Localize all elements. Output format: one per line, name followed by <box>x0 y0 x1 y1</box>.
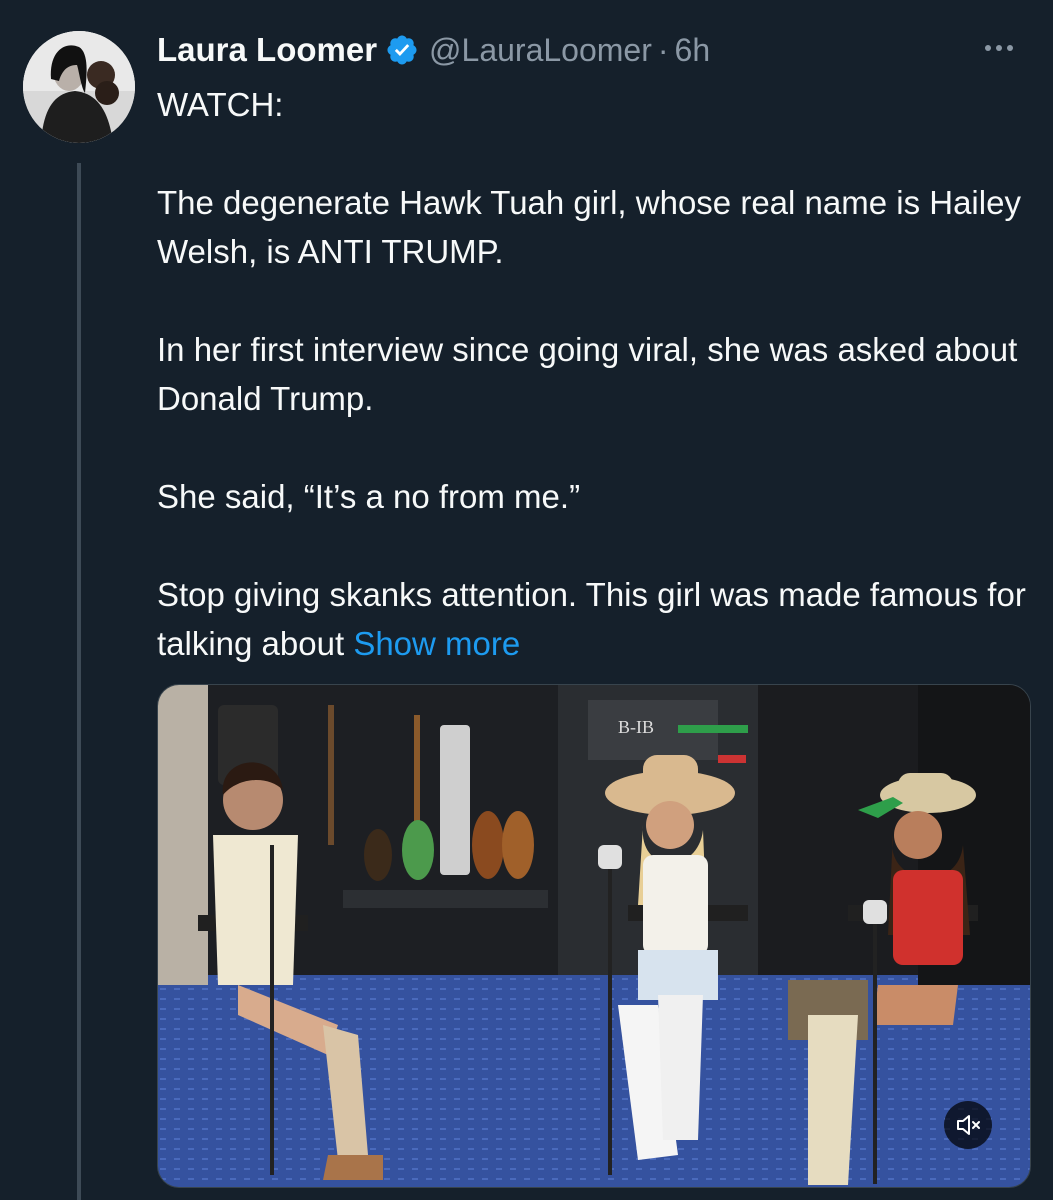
thread-line <box>77 163 81 1200</box>
separator-dot: · <box>657 31 669 68</box>
more-options-icon[interactable] <box>985 33 1013 63</box>
tweet-paragraph-text: Stop giving skanks attention. This girl … <box>157 576 1026 662</box>
verified-badge-icon[interactable] <box>385 33 419 67</box>
tweet-paragraph: In her first interview since going viral… <box>157 331 1018 417</box>
show-more-link[interactable]: Show more <box>353 625 520 662</box>
avatar[interactable] <box>23 31 135 143</box>
avatar-image <box>23 31 135 143</box>
mute-toggle-button[interactable] <box>944 1101 992 1149</box>
tweet-header: Laura Loomer @LauraLoomer · 6h <box>157 28 710 72</box>
video-frame: B-IB <box>158 685 1030 1187</box>
author-display-name[interactable]: Laura Loomer <box>157 31 377 69</box>
tweet-paragraph: Stop giving skanks attention. This girl … <box>157 570 1037 668</box>
tweet-paragraph: WATCH: <box>157 86 284 123</box>
tweet-text: WATCH: The degenerate Hawk Tuah girl, wh… <box>157 80 1037 668</box>
tweet-timestamp[interactable]: 6h <box>675 32 711 69</box>
sign-text: B-IB <box>618 717 654 737</box>
video-player[interactable]: B-IB <box>157 684 1031 1188</box>
tweet-paragraph: The degenerate Hawk Tuah girl, whose rea… <box>157 184 1021 270</box>
author-handle[interactable]: @LauraLoomer <box>429 32 652 69</box>
volume-muted-icon <box>957 1115 980 1135</box>
tweet-paragraph: She said, “It’s a no from me.” <box>157 478 581 515</box>
